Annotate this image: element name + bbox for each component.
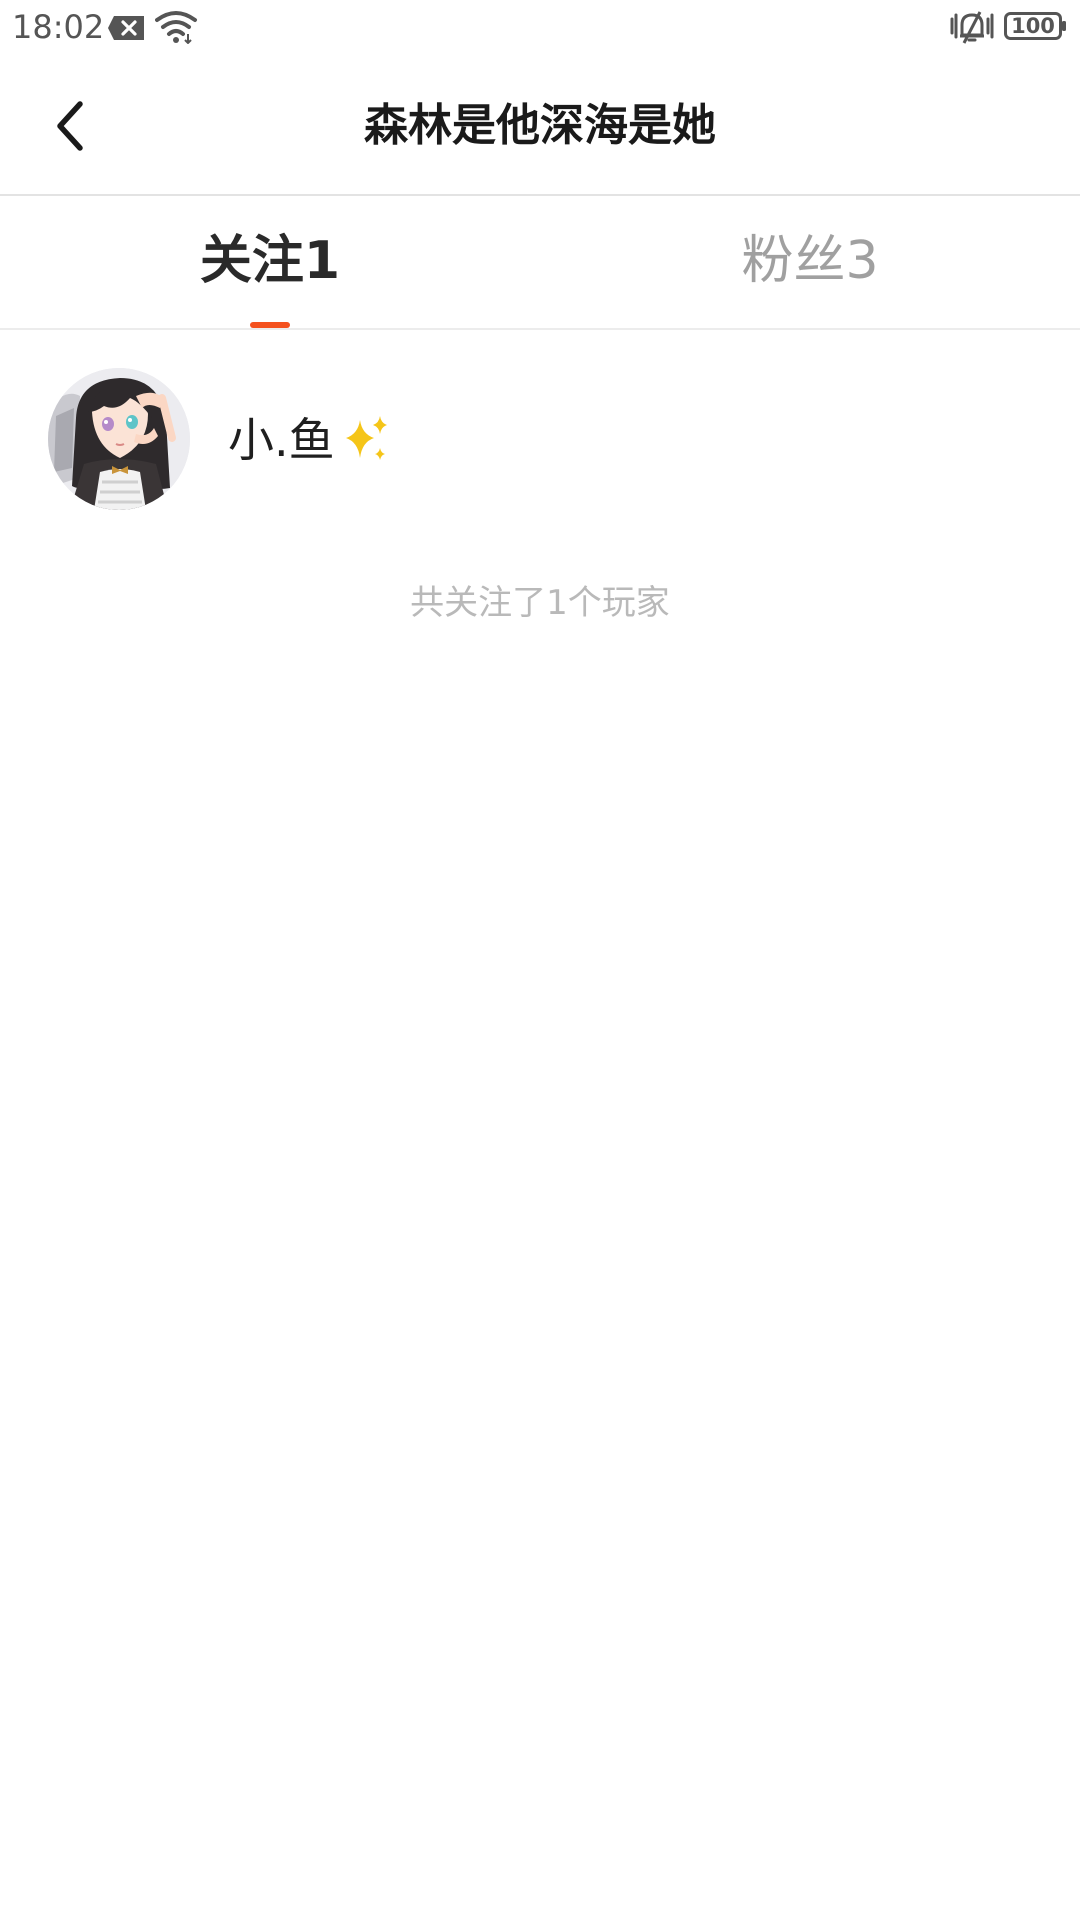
follow-summary: 共关注了1个玩家 (410, 583, 670, 623)
tab-following[interactable]: 关注1 (0, 196, 540, 328)
status-time: 18:02 (12, 8, 105, 46)
list-item[interactable]: 小.鱼 (0, 330, 1080, 530)
tab-bar: 关注1 粉丝3 (0, 196, 1080, 330)
battery-level: 100 (1011, 14, 1055, 38)
status-bar: 18:02 100 (0, 0, 1080, 56)
wifi-icon (155, 11, 197, 44)
avatar[interactable] (48, 368, 190, 510)
user-name: 小.鱼 (228, 413, 335, 467)
app-header: 森林是他深海是她 (0, 56, 1080, 196)
silent-bell-icon (950, 11, 994, 44)
chevron-left-icon (57, 101, 83, 151)
anime-girl-avatar (48, 368, 190, 510)
active-tab-indicator (250, 322, 290, 328)
notification-x-icon (108, 16, 144, 40)
back-button[interactable] (30, 86, 110, 166)
tab-fans[interactable]: 粉丝3 (540, 196, 1080, 328)
page-title: 森林是他深海是她 (364, 100, 716, 151)
battery-icon: 100 (1004, 12, 1068, 40)
sparkles-icon (346, 416, 387, 460)
